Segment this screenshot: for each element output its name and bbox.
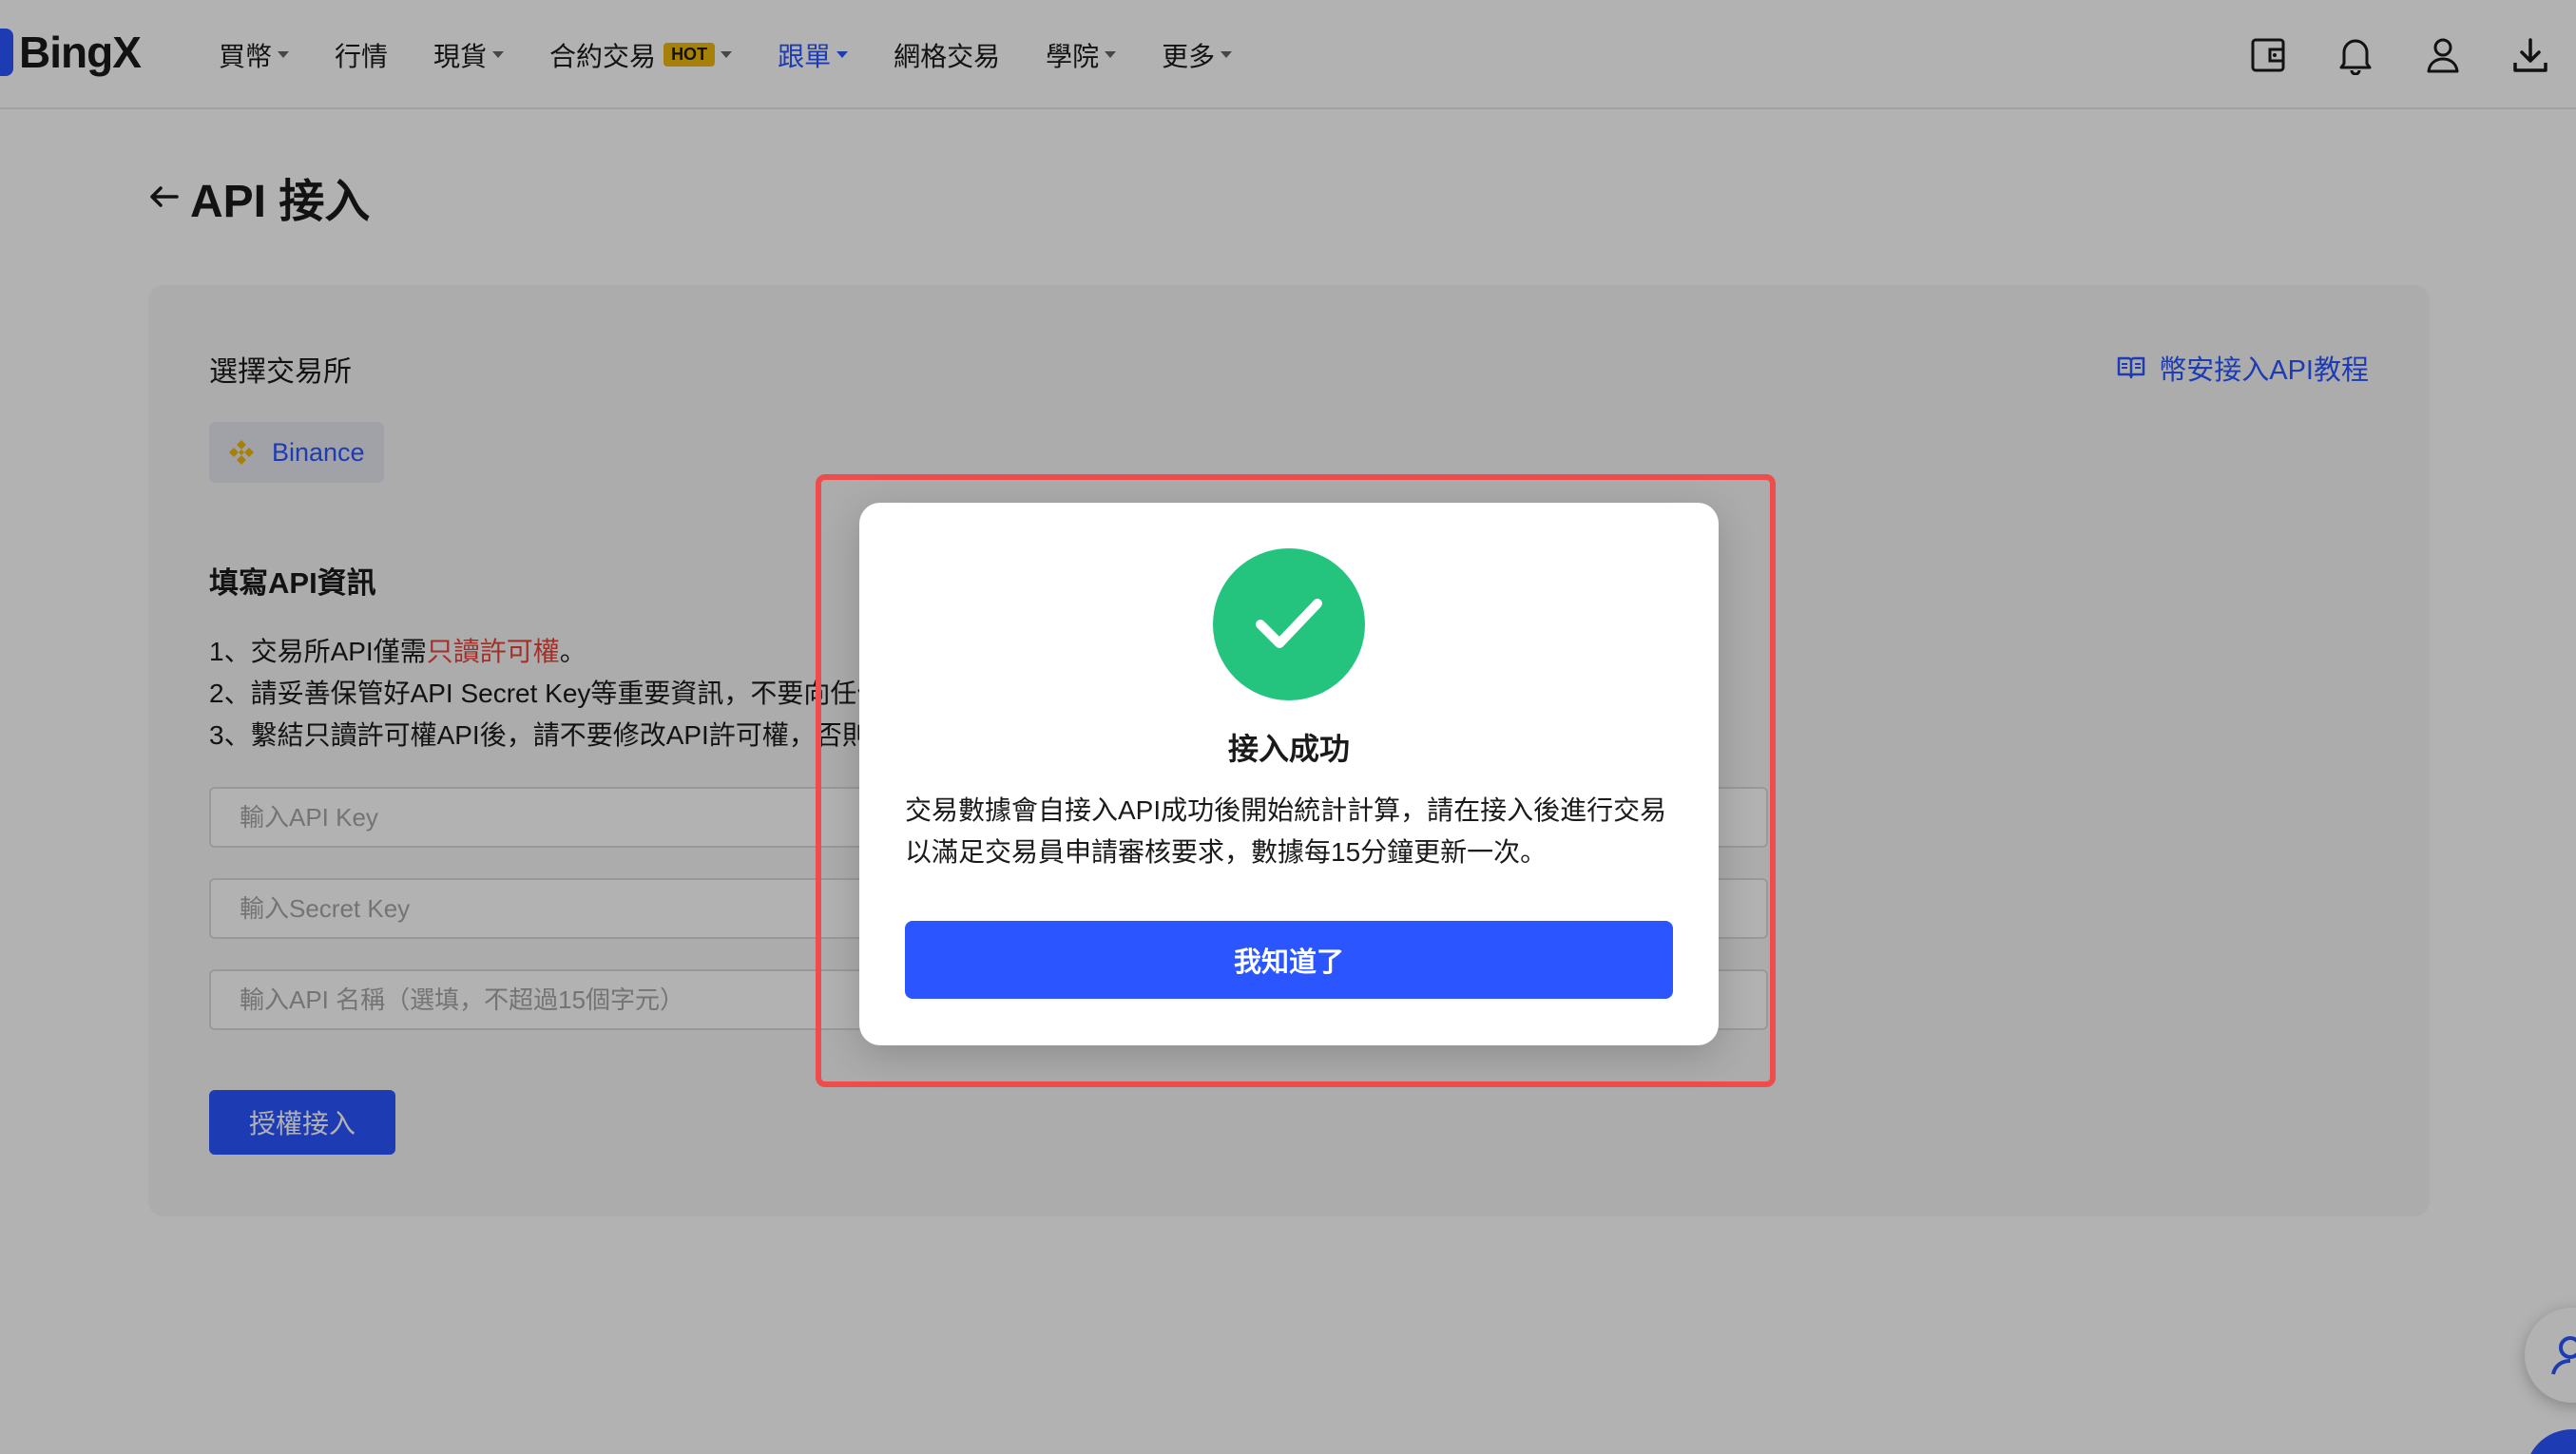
success-dialog: 接入成功 交易數據會自接入API成功後開始統計計算，請在接入後進行交易以滿足交易… (859, 503, 1719, 1045)
got-it-button[interactable]: 我知道了 (905, 921, 1673, 999)
dialog-message: 交易數據會自接入API成功後開始統計計算，請在接入後進行交易以滿足交易員申請審核… (905, 795, 1667, 867)
success-check-icon (1213, 548, 1365, 700)
dialog-title: 接入成功 (1227, 732, 1350, 766)
